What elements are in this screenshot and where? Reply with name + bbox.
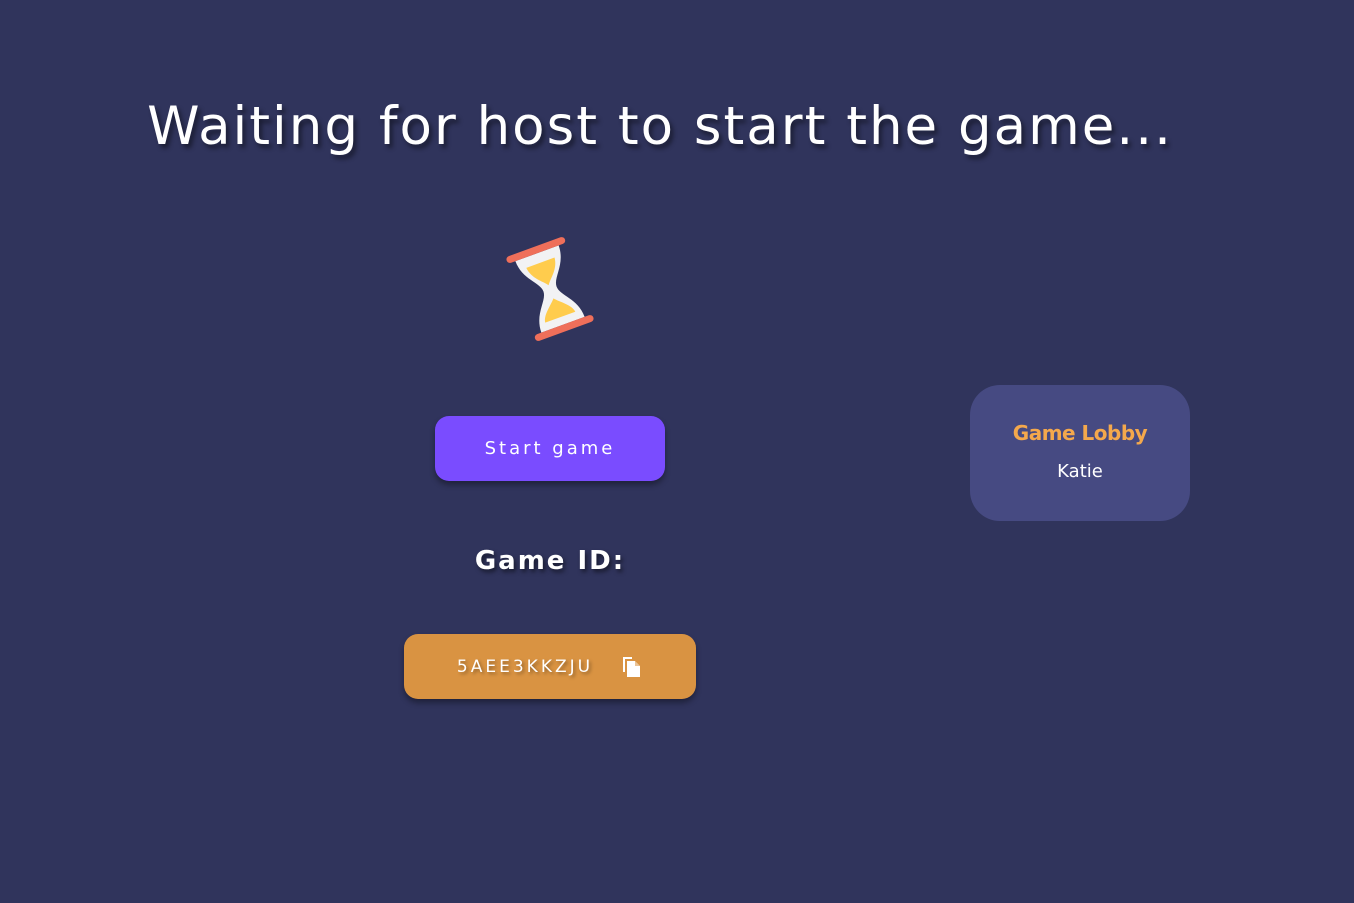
game-id-value: 5AEE3KKZJU — [456, 656, 594, 677]
page-title: Waiting for host to start the game... — [147, 96, 1173, 157]
waiting-room-page: Waiting for host to start the game... St… — [0, 0, 1354, 903]
game-lobby-panel: Game Lobby Katie — [970, 385, 1190, 521]
copy-icon — [623, 656, 641, 677]
lobby-player: Katie — [1057, 461, 1103, 482]
copy-game-id-button[interactable]: 5AEE3KKZJU — [404, 634, 696, 699]
start-game-button[interactable]: Start game — [435, 416, 665, 481]
lobby-title: Game Lobby — [1012, 421, 1148, 445]
hourglass-icon — [506, 237, 594, 341]
game-id-label: Game ID: — [474, 546, 626, 576]
